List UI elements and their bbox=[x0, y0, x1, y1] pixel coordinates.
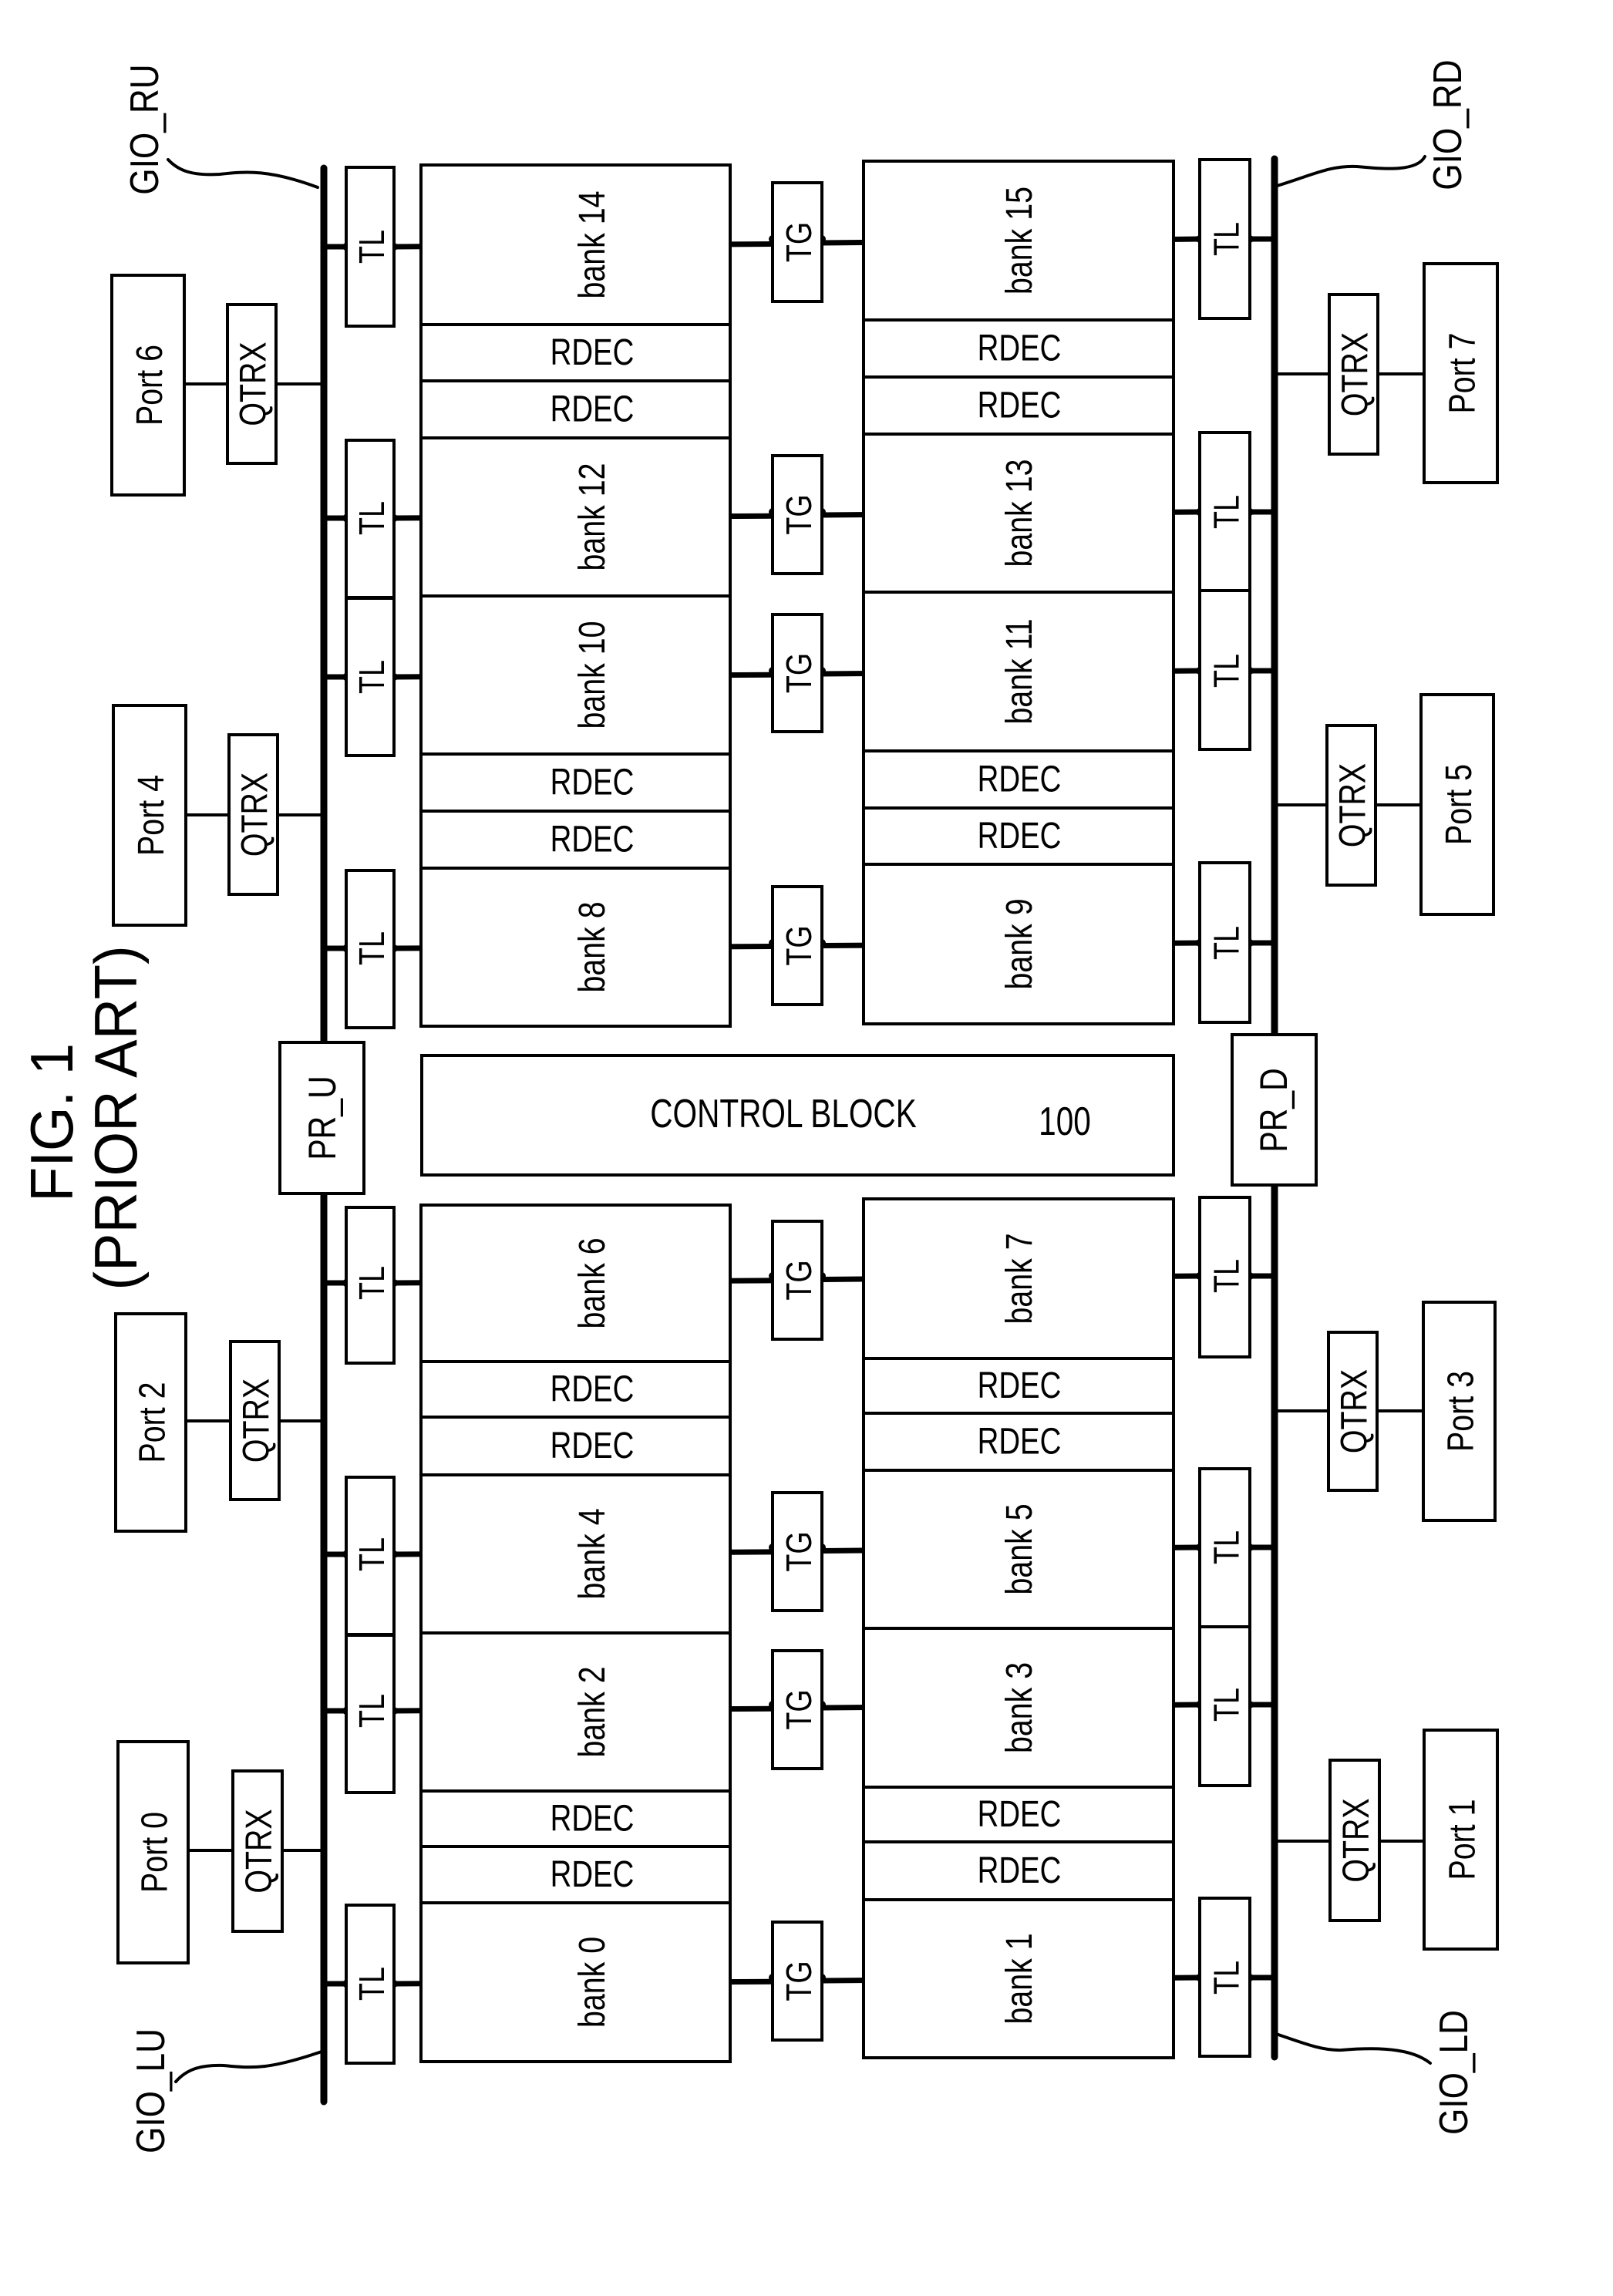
bank-label: bank 6 bbox=[571, 1237, 613, 1328]
gio-rd-label: GIO_RD bbox=[1426, 59, 1470, 190]
memory-architecture-diagram: bank 14 bank 15 TL TL TG bank 12 bank 13 TL TL TG… bbox=[19, 59, 1499, 2153]
row-decoder-label: RDEC bbox=[551, 819, 635, 860]
qtrx-label: QTRX bbox=[233, 342, 274, 426]
row-decoder-label: RDEC bbox=[551, 762, 635, 803]
bank-label: bank 0 bbox=[571, 1937, 613, 2028]
qtrx-label: QTRX bbox=[1332, 763, 1374, 847]
transfer-latch-label: TL bbox=[1207, 1259, 1246, 1293]
transfer-gate-label: TG bbox=[779, 1260, 818, 1300]
bank-label: bank 2 bbox=[571, 1666, 613, 1757]
transfer-latch-label: TL bbox=[352, 1266, 391, 1300]
transfer-latch-label: TL bbox=[1207, 1961, 1246, 1995]
row-decoder-label: RDEC bbox=[978, 1850, 1062, 1891]
gio-lu-leader bbox=[174, 2049, 325, 2083]
row-decoder-label: RDEC bbox=[978, 385, 1062, 426]
bank-label: bank 11 bbox=[998, 618, 1040, 724]
row-decoder-label: RDEC bbox=[551, 332, 635, 373]
row-decoder-label: RDEC bbox=[978, 1365, 1062, 1406]
port-label: Port 1 bbox=[1442, 1799, 1483, 1880]
bank-label: bank 13 bbox=[998, 459, 1040, 567]
bank-label: bank 10 bbox=[571, 621, 613, 729]
qtrx-label: QTRX bbox=[238, 1809, 280, 1893]
pipe-register-up-label: PR_U bbox=[301, 1076, 344, 1160]
transfer-gate-label: TG bbox=[779, 1531, 818, 1571]
qtrx-label: QTRX bbox=[236, 1379, 278, 1463]
gio-ru-label: GIO_RU bbox=[123, 64, 167, 194]
transfer-gate-label: TG bbox=[779, 925, 818, 965]
row-decoder-label: RDEC bbox=[551, 1854, 635, 1895]
bank-label: bank 9 bbox=[998, 898, 1040, 989]
qtrx-label: QTRX bbox=[1335, 332, 1376, 416]
port-label: Port 3 bbox=[1440, 1371, 1482, 1452]
figure-title: FIG. 1 bbox=[19, 1043, 86, 1202]
gio-ld-label: GIO_LD bbox=[1432, 2010, 1477, 2135]
transfer-latch-label: TL bbox=[352, 1967, 391, 2001]
transfer-latch-label: TL bbox=[352, 660, 391, 694]
row-decoder-label: RDEC bbox=[978, 1794, 1062, 1835]
row-decoder-label: RDEC bbox=[551, 389, 635, 429]
row-decoder-label: RDEC bbox=[978, 328, 1062, 369]
transfer-latch-label: TL bbox=[1207, 654, 1246, 688]
qtrx-label: QTRX bbox=[234, 773, 276, 857]
port-label: Port 2 bbox=[132, 1382, 173, 1463]
gio-lu-label: GIO_LU bbox=[129, 2028, 173, 2153]
gio-rd-leader bbox=[1273, 155, 1426, 188]
transfer-latch-label: TL bbox=[352, 1694, 391, 1728]
transfer-latch-label: TL bbox=[1207, 926, 1246, 960]
labels-layer: bank 14 bank 15 TL TL TG bank 12 bank 13 TL TL TG… bbox=[19, 59, 1483, 2153]
transfer-gate-label: TG bbox=[779, 1689, 818, 1729]
row-decoder-label: RDEC bbox=[978, 816, 1062, 857]
port-label: Port 4 bbox=[130, 775, 172, 856]
gio-ru-leader bbox=[167, 158, 319, 189]
row-decoder-label: RDEC bbox=[551, 1798, 635, 1839]
transfer-latch-label: TL bbox=[1207, 1688, 1246, 1722]
transfer-latch-label: TL bbox=[352, 1537, 391, 1571]
qtrx-label: QTRX bbox=[1335, 1798, 1377, 1882]
port-label: Port 0 bbox=[134, 1812, 176, 1893]
row-decoder-label: RDEC bbox=[551, 1426, 635, 1466]
bank-label: bank 7 bbox=[998, 1233, 1040, 1324]
bank-label: bank 8 bbox=[571, 901, 613, 992]
transfer-gate-label: TG bbox=[779, 494, 818, 534]
transfer-gate-label: TG bbox=[779, 222, 818, 262]
control-block-label: CONTROL BLOCK bbox=[650, 1091, 917, 1136]
bank-label: bank 5 bbox=[998, 1503, 1040, 1594]
transfer-latch-label: TL bbox=[352, 931, 391, 965]
row-decoder-label: RDEC bbox=[551, 1369, 635, 1409]
bank-label: bank 1 bbox=[998, 1933, 1040, 2024]
transfer-latch-label: TL bbox=[1207, 1530, 1246, 1564]
transfer-latch-label: TL bbox=[1207, 222, 1246, 256]
row-decoder-label: RDEC bbox=[978, 759, 1062, 800]
bank-label: bank 12 bbox=[571, 463, 613, 571]
gio-ld-leader bbox=[1275, 2032, 1432, 2065]
port-label: Port 7 bbox=[1442, 333, 1483, 414]
transfer-latch-label: TL bbox=[352, 230, 391, 264]
pipe-register-down-label: PR_D bbox=[1252, 1068, 1295, 1152]
bank-label: bank 4 bbox=[571, 1508, 613, 1599]
qtrx-label: QTRX bbox=[1334, 1369, 1376, 1453]
bank-label: bank 15 bbox=[998, 187, 1040, 295]
bank-label: bank 3 bbox=[998, 1662, 1040, 1753]
row-decoder-label: RDEC bbox=[978, 1421, 1062, 1462]
bank-label: bank 14 bbox=[571, 190, 613, 298]
transfer-gate-label: TG bbox=[779, 653, 818, 693]
port-label: Port 5 bbox=[1438, 764, 1480, 845]
transfer-latch-label: TL bbox=[1207, 495, 1246, 529]
port-label: Port 6 bbox=[129, 345, 170, 426]
transfer-gate-label: TG bbox=[779, 1961, 818, 2001]
transfer-latch-label: TL bbox=[352, 501, 391, 535]
figure-subtitle: (PRIOR ART) bbox=[83, 945, 150, 1290]
control-block-reference: 100 bbox=[1039, 1099, 1091, 1143]
